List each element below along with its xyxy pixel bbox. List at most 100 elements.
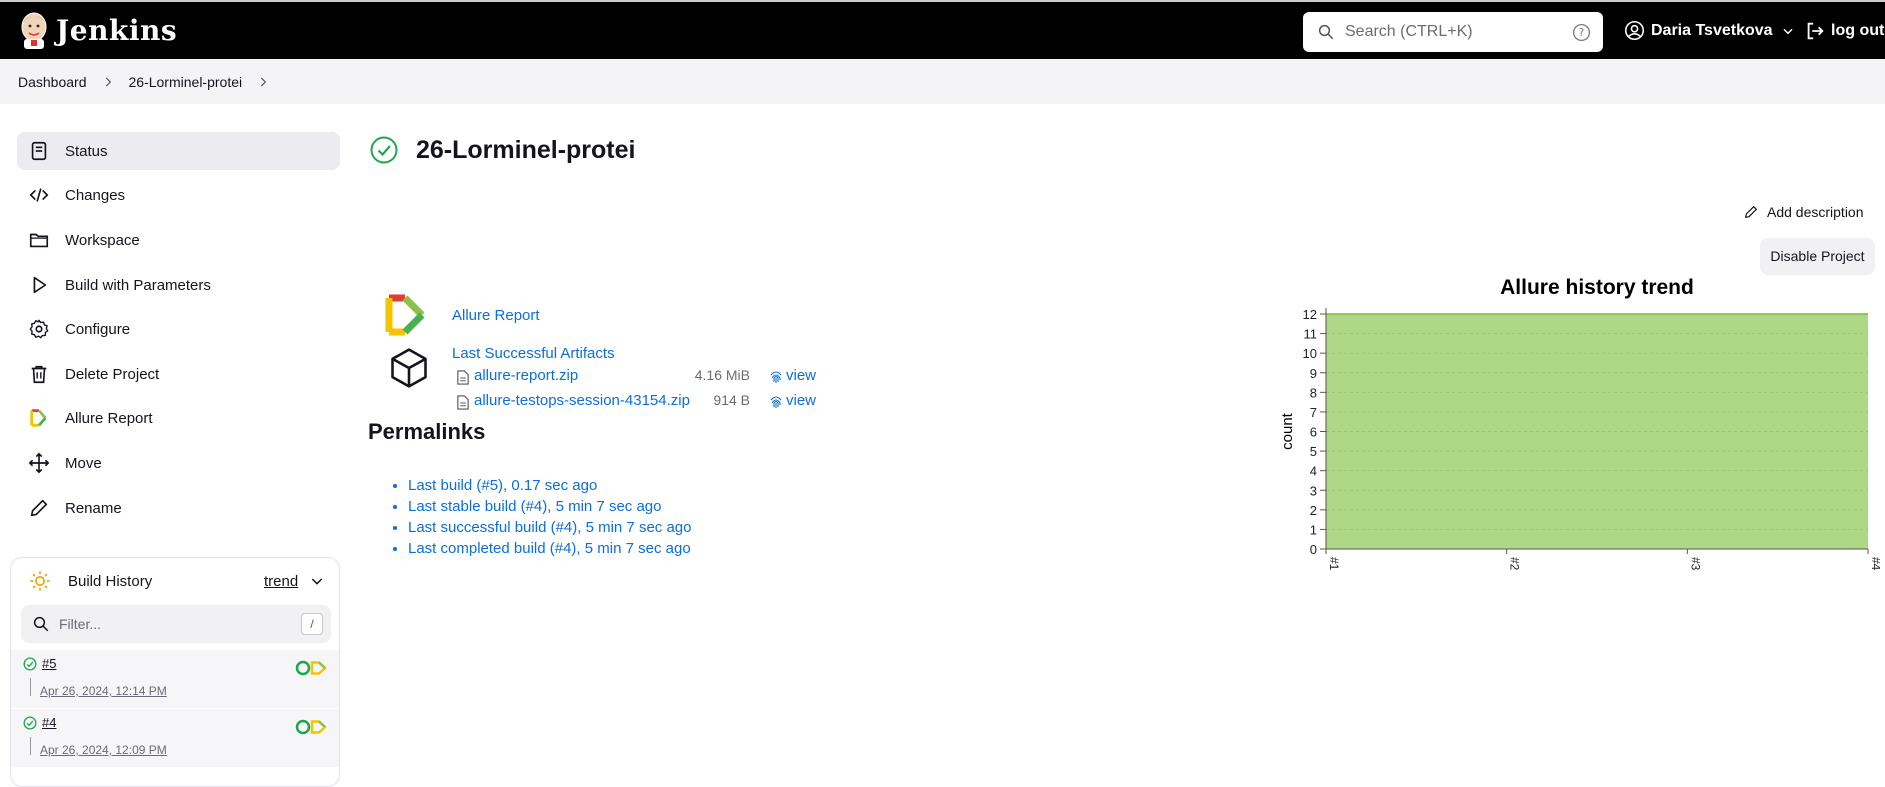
y-tick-label: 3 [1310,483,1317,498]
sidebar-item-label: Workspace [65,231,140,249]
build-date-link[interactable]: Apr 26, 2024, 12:14 PM [40,684,167,698]
y-tick-label: 10 [1303,346,1317,361]
success-icon [23,716,37,730]
y-tick-label: 8 [1310,385,1317,400]
y-tick-label: 4 [1310,464,1317,479]
jenkins-brand-name: Jenkins [56,13,178,47]
move-icon [28,452,50,474]
breadcrumb-job[interactable]: 26-Lorminel-protei [129,74,243,90]
build-history-trend-link[interactable]: trend [264,573,298,590]
sidebar-item-rename[interactable]: Rename [17,489,340,527]
logout-link[interactable]: log out [1804,20,1884,42]
build-number-link[interactable]: #4 [42,715,56,730]
logout-icon [1807,22,1824,40]
logout-label: log out [1831,22,1885,39]
permalink-last-build[interactable]: Last build (#5), 0.17 sec ago [408,477,597,494]
chevron-right-icon[interactable] [256,75,270,89]
sidebar-item-delete-project[interactable]: Delete Project [17,355,340,393]
sidebar-item-label: Allure Report [65,409,153,427]
artifact-size: 914 B [713,392,750,408]
sidebar-item-allure-report[interactable]: Allure Report [17,399,340,437]
y-tick-label: 9 [1310,366,1317,381]
search-icon [1318,24,1334,40]
artifact-view-link[interactable]: view [786,367,816,384]
file-icon [457,370,469,385]
build-badges-icon[interactable] [295,718,331,736]
build-badges-icon[interactable] [295,659,331,677]
play-icon [28,274,50,296]
code-icon [28,184,50,206]
fingerprint-icon[interactable] [768,369,784,385]
chevron-right-icon [105,77,111,86]
pencil-icon [28,497,50,519]
allure-report-link[interactable]: Allure Report [452,307,540,324]
y-tick-label: 12 [1303,307,1317,322]
file-icon [457,395,469,410]
gear-icon [28,318,50,340]
add-description-label: Add description [1767,204,1864,220]
build-filter-field[interactable]: Filter... / [21,605,331,643]
x-tick-label: #3 [1688,557,1702,571]
build-row[interactable]: #4 Apr 26, 2024, 12:09 PM [11,709,339,767]
build-number-link[interactable]: #5 [42,656,56,671]
permalinks-heading: Permalinks [368,419,486,444]
permalink-item: Last build (#5), 0.17 sec ago [408,475,691,496]
search-box[interactable]: Search (CTRL+K) ? [1303,12,1603,52]
search-input[interactable]: Search (CTRL+K) [1345,23,1473,41]
sidebar-item-move[interactable]: Move [17,444,340,482]
build-history-title: Build History [68,573,153,590]
build-date-link[interactable]: Apr 26, 2024, 12:09 PM [40,743,167,757]
permalink-item: Last completed build (#4), 5 min 7 sec a… [408,538,691,559]
artifact-size: 4.16 MiB [694,367,750,383]
sidebar-item-label: Delete Project [65,365,160,383]
permalink-last-completed-build[interactable]: Last completed build (#4), 5 min 7 sec a… [408,540,691,557]
y-tick-label: 7 [1310,405,1317,420]
search-icon [33,616,49,632]
build-filter-input[interactable]: Filter... [59,616,101,632]
x-tick-label: #4 [1869,557,1880,571]
fingerprint-icon[interactable] [768,394,784,410]
build-timeline-line [30,678,31,696]
sidebar-item-configure[interactable]: Configure [17,310,340,348]
build-history-header: Build History trend [11,558,339,608]
breadcrumb-dashboard[interactable]: Dashboard [18,74,87,90]
sidebar-item-workspace[interactable]: Workspace [17,221,340,259]
status-icon [28,140,50,162]
sun-icon [30,571,50,591]
sidebar-item-status[interactable]: Status [17,132,340,170]
permalink-item: Last stable build (#4), 5 min 7 sec ago [408,496,691,517]
sidebar-item-label: Changes [65,186,126,204]
sidebar-item-changes[interactable]: Changes [17,176,340,214]
svg-text:?: ? [1579,27,1584,39]
sidebar-item-build-with-parameters[interactable]: Build with Parameters [17,266,340,304]
job-success-icon [370,136,398,164]
permalink-last-successful-build[interactable]: Last successful build (#4), 5 min 7 sec … [408,519,691,536]
allure-logo-icon [385,294,425,336]
sidebar-item-label: Move [65,454,102,472]
y-tick-label: 11 [1304,327,1318,342]
permalink-item: Last successful build (#4), 5 min 7 sec … [408,517,691,538]
x-tick-label: #1 [1327,557,1341,571]
last-successful-artifacts-link[interactable]: Last Successful Artifacts [452,345,615,362]
jenkins-home-link[interactable]: Jenkins [18,10,177,50]
page-title: 26-Lorminel-protei [416,136,636,164]
build-row[interactable]: #5 Apr 26, 2024, 12:14 PM [11,650,339,708]
allure-history-trend-chart[interactable]: Allure history trend0123456789101112#1 #2… [1270,268,1880,588]
add-description-button[interactable]: Add description [1743,204,1864,220]
chart-title: Allure history trend [1500,276,1694,299]
user-menu[interactable]: Daria Tsvetkova [1624,20,1795,41]
permalink-last-stable-build[interactable]: Last stable build (#4), 5 min 7 sec ago [408,498,661,515]
success-icon [23,657,37,671]
artifact-view-link[interactable]: view [786,392,816,409]
y-tick-label: 5 [1310,444,1317,459]
y-axis-label: count [1279,412,1296,450]
sidebar-item-label: Configure [65,320,131,338]
permalinks-list: Last build (#5), 0.17 sec ago Last stabl… [408,475,691,559]
jenkins-logo-icon [21,12,47,49]
chevron-down-icon[interactable] [309,573,325,589]
artifact-row: allure-testops-session-43154.zip 914 B v… [456,392,836,412]
artifact-link[interactable]: allure-report.zip [474,367,578,384]
chevron-down-icon [1782,28,1793,34]
help-icon[interactable]: ? [1572,23,1591,42]
sidebar-item-label: Rename [65,499,122,517]
